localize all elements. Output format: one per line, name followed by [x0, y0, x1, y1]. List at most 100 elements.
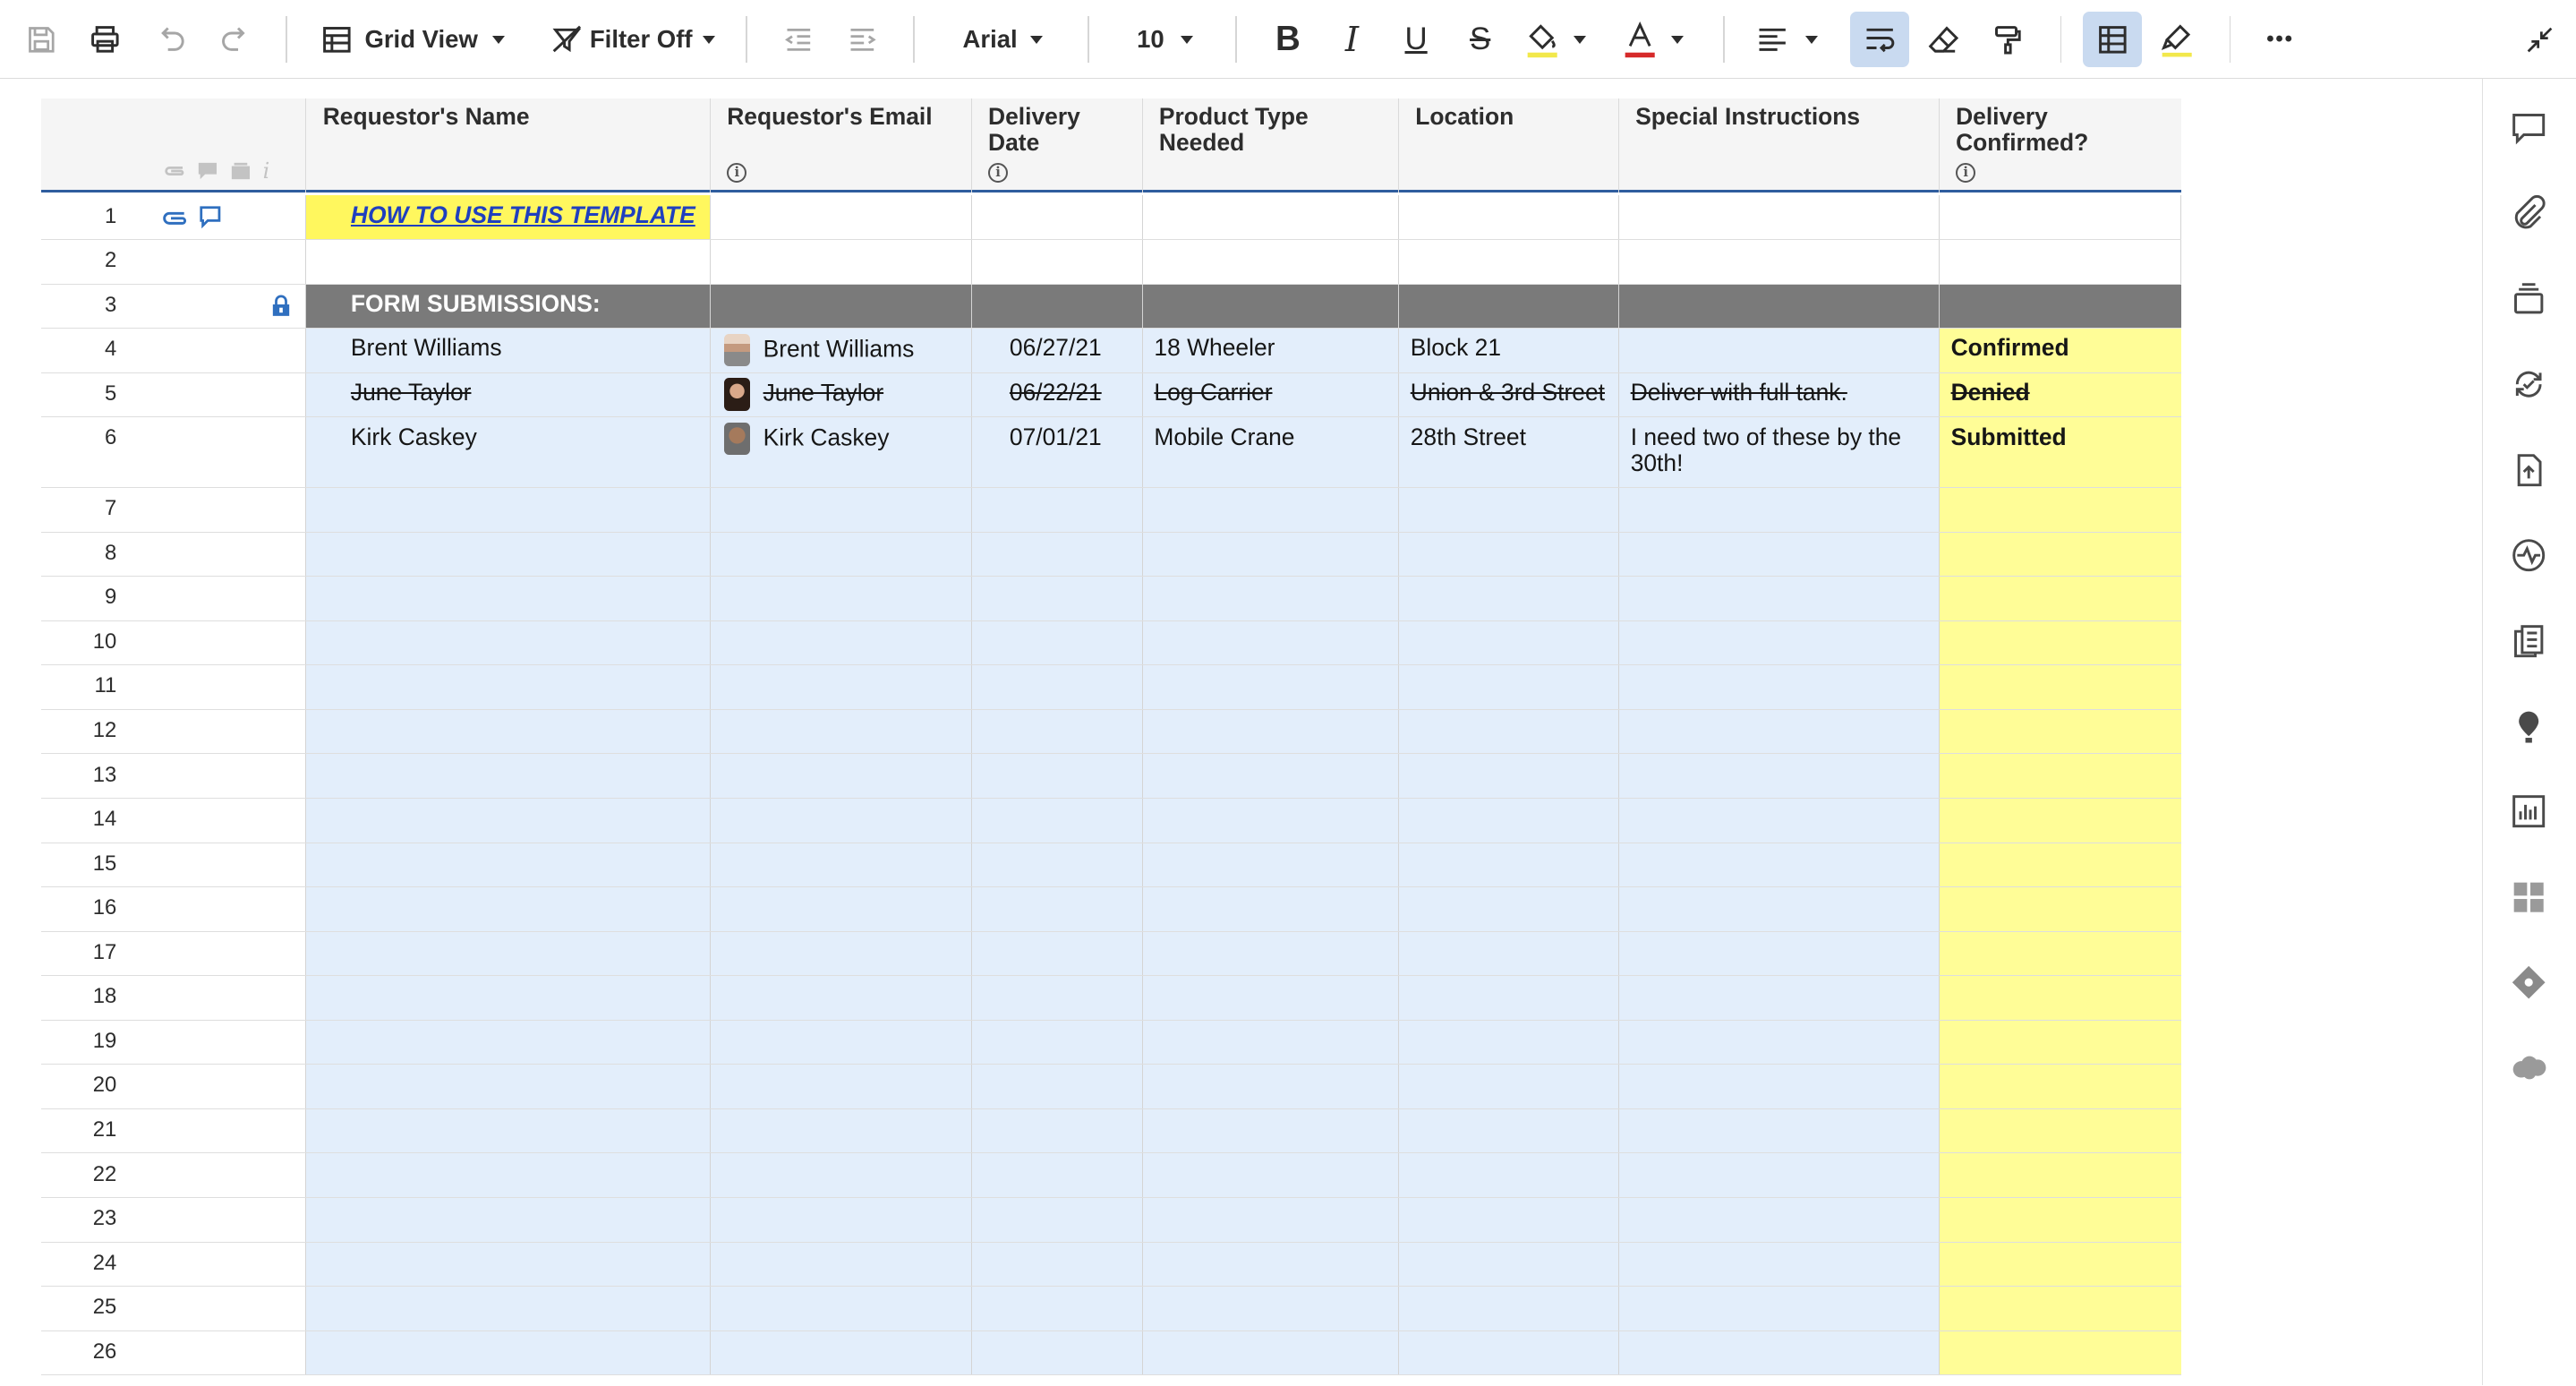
empty-cell[interactable] [709, 754, 971, 798]
empty-cell[interactable] [1397, 1330, 1618, 1375]
product-cell[interactable]: 18 Wheeler [1141, 329, 1398, 372]
print-icon[interactable] [81, 12, 130, 67]
empty-cell[interactable] [1617, 239, 1939, 284]
empty-cell[interactable] [1617, 843, 1939, 887]
table-row[interactable]: 15 [40, 843, 2182, 888]
reports-icon[interactable] [2510, 792, 2549, 832]
empty-cell[interactable] [305, 1108, 710, 1153]
empty-cell[interactable] [1617, 1153, 1939, 1197]
empty-cell[interactable] [709, 1197, 971, 1242]
empty-cell[interactable] [1938, 577, 2182, 620]
table-row[interactable]: 19 [40, 1020, 2182, 1065]
empty-cell[interactable] [1617, 976, 1939, 1020]
row-number[interactable]: 6 [41, 417, 305, 487]
connectors-icon[interactable] [2510, 963, 2549, 1003]
empty-cell[interactable] [1397, 798, 1618, 843]
name-cell[interactable]: June Taylor [305, 372, 710, 417]
italic-icon[interactable]: I [1329, 12, 1375, 67]
empty-cell[interactable] [1938, 931, 2182, 976]
empty-cell[interactable] [709, 976, 971, 1020]
empty-cell[interactable] [1617, 798, 1939, 843]
table-row[interactable]: 24 [40, 1242, 2182, 1288]
empty-cell[interactable] [1141, 1287, 1398, 1330]
instructions-cell[interactable]: I need two of these by the 30th! [1617, 417, 1939, 488]
empty-cell[interactable] [970, 195, 1142, 239]
section-label[interactable]: FORM SUBMISSIONS: [305, 284, 710, 329]
empty-cell[interactable] [1141, 976, 1398, 1020]
forms-icon[interactable] [2510, 621, 2549, 661]
empty-cell[interactable] [1141, 754, 1398, 798]
empty-cell[interactable] [709, 887, 971, 931]
empty-cell[interactable] [1938, 1108, 2182, 1153]
product-cell[interactable]: Log Carrier [1141, 372, 1398, 417]
empty-cell[interactable] [1397, 620, 1618, 665]
table-row[interactable]: 25 [40, 1287, 2182, 1331]
empty-cell[interactable] [709, 931, 971, 976]
empty-cell[interactable] [970, 577, 1142, 620]
empty-cell[interactable] [709, 577, 971, 620]
empty-cell[interactable] [1141, 887, 1398, 931]
empty-cell[interactable] [1141, 1242, 1398, 1287]
empty-cell[interactable] [970, 665, 1142, 709]
font-family-selector[interactable]: Arial [953, 12, 1055, 67]
empty-cell[interactable] [305, 843, 710, 887]
empty-cell[interactable] [1397, 843, 1618, 887]
column-header-delivery-date[interactable]: Delivery Date i [970, 98, 1142, 192]
table-row[interactable]: 10 [40, 620, 2182, 666]
empty-cell[interactable] [709, 665, 971, 709]
empty-cell[interactable] [970, 1020, 1142, 1065]
row-number[interactable]: 11 [41, 665, 305, 709]
empty-cell[interactable] [1141, 1330, 1398, 1375]
row-number[interactable]: 25 [41, 1287, 305, 1330]
view-selector[interactable]: Grid View [320, 12, 521, 67]
empty-cell[interactable] [1617, 1287, 1939, 1330]
empty-cell[interactable] [970, 1242, 1142, 1287]
empty-cell[interactable] [709, 1108, 971, 1153]
empty-cell[interactable] [1141, 488, 1398, 532]
empty-cell[interactable] [709, 1287, 971, 1330]
empty-cell[interactable] [1617, 577, 1939, 620]
empty-cell[interactable] [1141, 1065, 1398, 1108]
column-header-email[interactable]: Requestor's Email i [709, 98, 971, 192]
empty-cell[interactable] [970, 754, 1142, 798]
empty-cell[interactable] [1141, 577, 1398, 620]
empty-cell[interactable] [1617, 488, 1939, 532]
row-number[interactable]: 7 [41, 488, 305, 532]
empty-cell[interactable] [1397, 1065, 1618, 1108]
publish-icon[interactable] [2510, 450, 2549, 490]
empty-cell[interactable] [305, 665, 710, 709]
empty-cell[interactable] [1141, 1197, 1398, 1242]
date-cell[interactable]: 06/27/21 [970, 329, 1142, 372]
empty-cell[interactable] [305, 1287, 710, 1330]
empty-cell[interactable] [1617, 1065, 1939, 1108]
empty-cell[interactable] [1617, 754, 1939, 798]
empty-cell[interactable] [1938, 1153, 2182, 1197]
table-row[interactable]: 5 June Taylor June Taylor 06/22/21 Log C… [40, 372, 2182, 418]
empty-cell[interactable] [1938, 1197, 2182, 1242]
empty-cell[interactable] [1397, 887, 1618, 931]
empty-cell[interactable] [970, 1108, 1142, 1153]
empty-cell[interactable] [1938, 1020, 2182, 1065]
empty-cell[interactable] [1617, 931, 1939, 976]
empty-cell[interactable] [970, 1330, 1142, 1375]
empty-cell[interactable] [1938, 1330, 2182, 1375]
text-color-button[interactable] [1622, 12, 1697, 67]
empty-cell[interactable] [1397, 532, 1618, 577]
section-header-row[interactable]: 3 FORM SUBMISSIONS: [40, 284, 2182, 329]
row-number[interactable]: 1 [41, 195, 305, 239]
empty-cell[interactable] [1938, 887, 2182, 931]
name-cell[interactable]: Kirk Caskey [305, 417, 710, 488]
row-number[interactable]: 10 [41, 621, 305, 665]
row-number[interactable]: 19 [41, 1021, 305, 1065]
wrap-text-icon[interactable] [1849, 11, 1909, 68]
empty-cell[interactable] [1938, 195, 2182, 239]
empty-cell[interactable] [970, 1153, 1142, 1197]
empty-cell[interactable] [305, 1242, 710, 1287]
empty-cell[interactable] [1938, 754, 2182, 798]
empty-cell[interactable] [709, 709, 971, 754]
table-row[interactable]: 22 [40, 1153, 2182, 1198]
empty-cell[interactable] [1938, 532, 2182, 577]
section-cell[interactable] [1397, 284, 1618, 329]
insights-icon[interactable] [2510, 706, 2549, 746]
empty-cell[interactable] [1397, 976, 1618, 1020]
